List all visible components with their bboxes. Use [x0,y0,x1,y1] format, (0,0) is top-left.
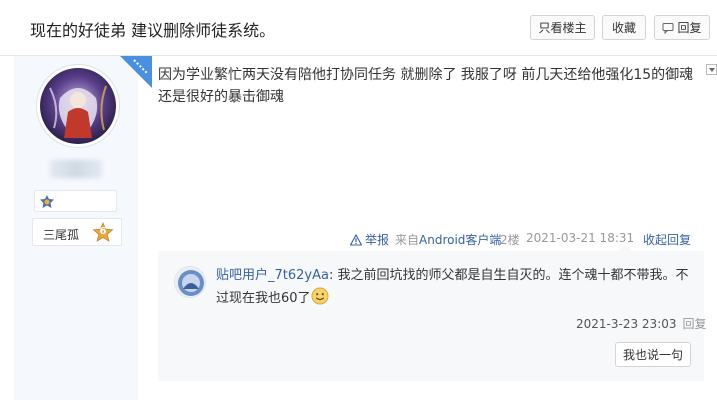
comment-time: 2021-3-23 23:03 [576,317,677,331]
comment-user[interactable]: 贴吧用户_7t62yAa [216,268,329,283]
rank-level: 6 [99,226,107,237]
author-badge-bar [34,190,117,212]
thread-header: 现在的好徒弟 建议删除师徒系统。 只看楼主 收藏 回复 [0,0,717,56]
member-badge-icon [40,195,54,208]
default-avatar-image [175,267,205,297]
reply-button-label: 回复 [677,21,702,35]
comment-meta: 2021-3-23 23:03 回复 [576,315,707,332]
warning-icon [350,233,362,246]
comment-reply-link[interactable]: 回复 [683,317,707,331]
collapse-replies-link[interactable]: 收起回复 [643,231,691,248]
author-rank[interactable]: 三尾孤 6 [32,218,122,246]
comment-avatar[interactable] [174,266,206,298]
thread-title: 现在的好徒弟 建议删除师徒系统。 [30,21,276,40]
only-lz-button[interactable]: 只看楼主 [530,15,595,40]
post-client: 来自Android客户端 [395,231,501,248]
post-menu-dropdown[interactable] [706,64,717,75]
report-label: 举报 [365,233,390,247]
comment-body: 贴吧用户_7t62yAa: 我之前回坑找的师父都是自生自灭的。连个魂十都不带我。… [216,265,692,310]
author-corner-badge [120,56,152,88]
reply-section: 贴吧用户_7t62yAa: 我之前回坑找的师父都是自生自灭的。连个魂十都不带我。… [158,244,707,381]
author-name-blurred [50,160,102,178]
client-link[interactable]: Android客户端 [419,233,501,247]
reply-icon [662,22,674,34]
post-content: 因为学业繁忙两天没有陪他打协同任务 就删除了 我服了呀 前几天还给他强化15的御… [158,67,694,105]
avatar-image [40,68,116,144]
report-link[interactable]: 举报 [350,231,389,248]
post-time: 2021-03-21 18:31 [526,231,635,245]
smile-emoji-icon [311,287,329,305]
post-floor: 2楼 [500,233,520,247]
client-prefix: 来自 [395,233,420,247]
author-sidebar: 三尾孤 6 [14,56,152,400]
favorite-button[interactable]: 收藏 [602,15,646,40]
reply-button[interactable]: 回复 [654,15,710,40]
rank-name: 三尾孤 [43,228,80,242]
author-avatar[interactable] [36,64,120,148]
add-comment-button[interactable]: 我也说一句 [615,342,691,367]
